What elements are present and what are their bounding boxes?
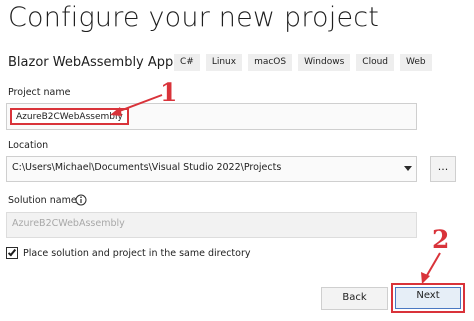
- arrow-head-1: [110, 107, 122, 116]
- checkmark-icon: [7, 247, 17, 257]
- location-combobox[interactable]: C:\Users\Michael\Documents\Visual Studio…: [6, 156, 417, 182]
- location-value: C:\Users\Michael\Documents\Visual Studio…: [12, 162, 282, 173]
- chevron-down-icon[interactable]: [404, 166, 412, 171]
- arrow-to-project-name: [116, 94, 163, 113]
- info-icon[interactable]: [75, 194, 87, 206]
- browse-button[interactable]: ...: [430, 156, 456, 182]
- next-button[interactable]: Next: [395, 287, 461, 309]
- next-button-highlight: Next: [391, 283, 465, 313]
- same-directory-label[interactable]: Place solution and project in the same d…: [23, 248, 250, 259]
- solution-name-input[interactable]: AzureB2CWebAssembly: [6, 212, 417, 238]
- arrow-to-next: [425, 252, 441, 278]
- solution-name-label: Solution name: [8, 195, 77, 206]
- solution-name-placeholder: AzureB2CWebAssembly: [12, 218, 125, 229]
- step-2-marker: 2: [432, 225, 450, 254]
- location-label: Location: [8, 140, 49, 151]
- back-button[interactable]: Back: [321, 287, 388, 310]
- same-directory-checkbox[interactable]: [6, 247, 18, 259]
